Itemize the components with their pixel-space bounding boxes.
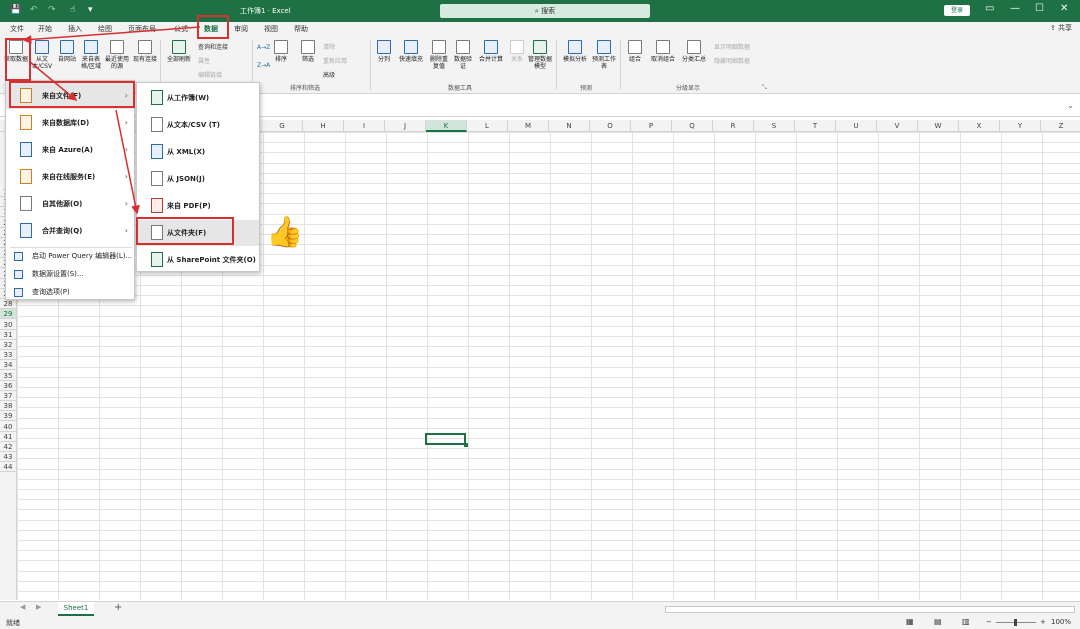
status-ready: 就绪 — [6, 619, 20, 627]
arrow-getdata-to-fromfile — [29, 61, 78, 101]
zoom-in-button[interactable]: + — [1040, 618, 1046, 626]
add-sheet-button[interactable]: + — [114, 602, 122, 613]
annotation-arrows — [22, 26, 201, 215]
thumbs-up-icon: 👍 — [266, 215, 304, 250]
page-layout-view-icon[interactable]: ▤ — [934, 617, 942, 626]
scroll-right-icon[interactable]: ▶ — [36, 603, 41, 611]
page-break-view-icon[interactable]: ▥ — [962, 617, 970, 626]
zoom-level[interactable]: 100% — [1051, 618, 1071, 626]
sheet-tabs-bar: ◀ ▶ Sheet1 + — [0, 601, 1080, 616]
scroll-left-icon[interactable]: ◀ — [20, 603, 25, 611]
status-bar: 就绪 ▦ ▤ ▥ − + 100% — [0, 616, 1080, 629]
zoom-out-button[interactable]: − — [986, 618, 992, 626]
zoom-slider-handle[interactable] — [1014, 619, 1017, 626]
normal-view-icon[interactable]: ▦ — [906, 617, 914, 626]
horizontal-scrollbar[interactable] — [665, 606, 1075, 613]
arrow-tab-to-getdata — [22, 26, 201, 44]
sheet-tab-sheet1[interactable]: Sheet1 — [58, 602, 94, 616]
arrow-fromfile-to-folder — [115, 109, 140, 215]
